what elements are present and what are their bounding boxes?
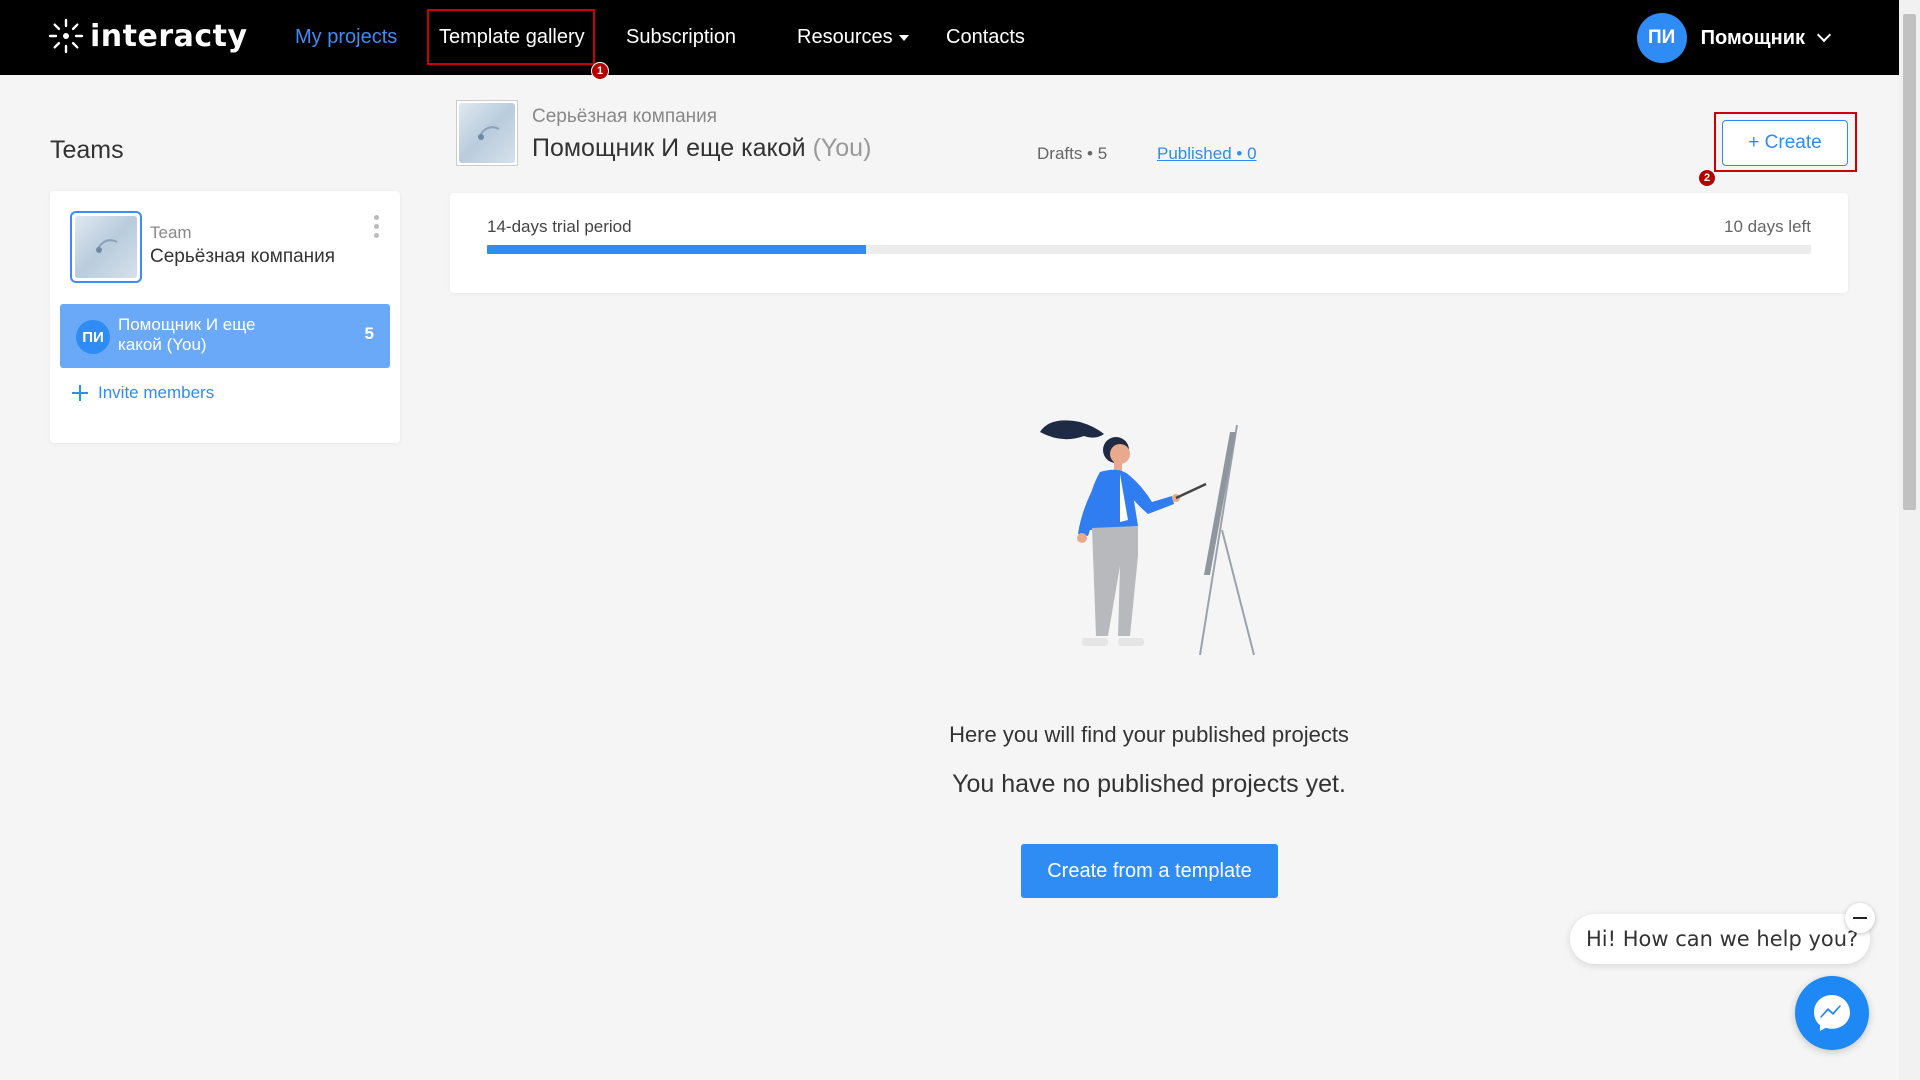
trial-period-card: 14-days trial period 10 days left (450, 193, 1848, 293)
nav-contacts[interactable]: Contacts (946, 26, 1025, 49)
team-label: Team (150, 223, 192, 242)
empty-state-title: Here you will find your published projec… (949, 722, 1349, 747)
org-avatar-image (459, 103, 515, 163)
workspace-user-name: Помощник И еще какой (532, 134, 806, 162)
trial-progress-fill (487, 245, 866, 254)
messenger-icon[interactable] (1795, 976, 1869, 1050)
trial-days-left: 10 days left (1724, 217, 1811, 236)
member-avatar: ПИ (76, 320, 110, 354)
team-name: Серьёзная компания (150, 246, 336, 267)
annotation-highlight-template-gallery (427, 9, 595, 65)
tab-drafts[interactable]: Drafts • 5 (1037, 144, 1107, 164)
annotation-marker: 2 (1698, 169, 1716, 187)
user-avatar: ПИ (1636, 13, 1687, 63)
org-avatar (456, 100, 518, 166)
nav-subscription[interactable]: Subscription (626, 26, 736, 49)
annotation-highlight-create (1714, 112, 1857, 172)
scrollbar-thumb[interactable] (1903, 14, 1916, 510)
trial-title: 14-days trial period (487, 217, 632, 236)
nav-resources-label: Resources (797, 26, 893, 48)
team-avatar-image (75, 216, 137, 278)
member-project-count: 5 (364, 324, 374, 343)
page-scrollbar[interactable] (1899, 0, 1920, 1080)
minimize-icon[interactable] (1845, 903, 1875, 933)
invite-members-label: Invite members (98, 383, 215, 402)
brand-logo[interactable]: interacty (48, 18, 248, 54)
workspace-user-title: Помощник И еще какой (You) (532, 134, 871, 163)
team-avatar[interactable] (70, 211, 142, 283)
plus-icon (72, 385, 88, 401)
user-menu[interactable]: ПИ Помощник (1636, 13, 1832, 63)
annotation-marker: 1 (591, 62, 609, 80)
chevron-down-icon (1816, 27, 1832, 43)
top-navigation-bar: interacty My projects Template gallery S… (0, 0, 1899, 75)
teams-heading: Teams (50, 136, 124, 164)
caret-down-icon (898, 34, 909, 41)
org-name: Серьёзная компания (532, 106, 718, 127)
invite-members-link[interactable]: Invite members (72, 383, 214, 403)
teams-card: Team Серьёзная компания ПИ Помощник И ещ… (50, 191, 400, 443)
nav-resources[interactable]: Resources (797, 26, 909, 49)
empty-state-illustration (1030, 410, 1300, 670)
nav-my-projects[interactable]: My projects (295, 26, 397, 49)
you-suffix: (You) (812, 134, 872, 162)
trial-progress-bar (487, 245, 1811, 254)
team-member-row[interactable]: ПИ Помощник И еще какой (You) 5 (60, 304, 390, 368)
member-name: Помощник И еще какой (You) (118, 315, 256, 354)
tab-published[interactable]: Published • 0 (1157, 144, 1257, 164)
chat-greeting-bubble[interactable]: Hi! How can we help you? (1570, 914, 1870, 964)
interacty-logo-icon (48, 18, 84, 54)
empty-state-subtitle: You have no published projects yet. (952, 770, 1346, 798)
brand-name: interacty (90, 18, 248, 54)
create-from-template-button[interactable]: Create from a template (1021, 844, 1278, 898)
more-vertical-icon[interactable] (374, 215, 380, 239)
user-name: Помощник (1700, 26, 1805, 49)
